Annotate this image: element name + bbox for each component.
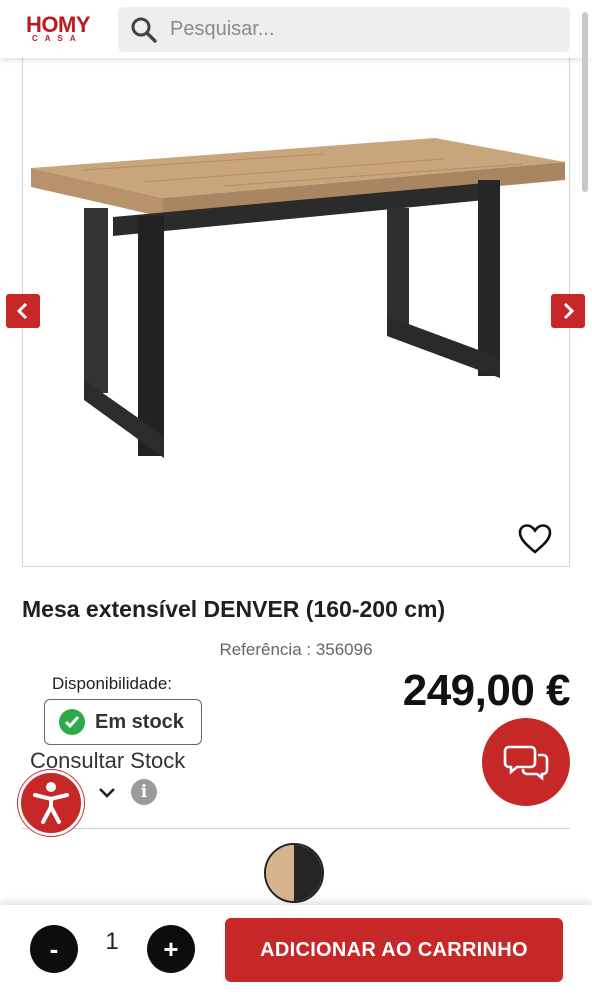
check-icon xyxy=(59,709,85,735)
swatch-black-half xyxy=(294,845,322,901)
stock-status-badge: Em stock xyxy=(44,699,202,745)
color-swatch-oak-black[interactable] xyxy=(264,843,324,903)
accessibility-icon xyxy=(33,782,69,824)
add-to-cart-bar: - 1 + ADICIONAR AO CARRINHO xyxy=(0,905,592,1000)
header: HOMY CASA xyxy=(0,0,592,58)
decrease-quantity-button[interactable]: - xyxy=(30,925,78,973)
accessibility-button[interactable] xyxy=(18,770,84,836)
chevron-down-icon[interactable] xyxy=(96,783,118,803)
quantity-value[interactable]: 1 xyxy=(88,928,136,956)
chat-icon xyxy=(503,745,549,781)
increase-quantity-button[interactable]: + xyxy=(147,925,195,973)
stock-status-text: Em stock xyxy=(95,710,184,733)
chevron-left-icon xyxy=(16,302,28,320)
product-image-gallery[interactable] xyxy=(22,58,570,567)
search-bar[interactable] xyxy=(118,7,570,52)
product-image xyxy=(31,138,565,458)
swatch-oak-half xyxy=(266,845,294,901)
product-title: Mesa extensível DENVER (160-200 cm) xyxy=(22,596,446,622)
product-price: 249,00 € xyxy=(402,666,571,715)
search-input[interactable] xyxy=(170,7,560,52)
homy-casa-logo[interactable]: HOMY CASA xyxy=(26,12,100,46)
product-reference: Referência : 356096 xyxy=(219,640,373,659)
logo-subtext: CASA xyxy=(32,34,83,43)
page-scrollbar[interactable] xyxy=(582,12,588,192)
heart-icon[interactable] xyxy=(518,523,552,555)
chat-button[interactable] xyxy=(482,718,570,806)
next-image-button[interactable] xyxy=(551,294,585,328)
previous-image-button[interactable] xyxy=(6,294,40,328)
chevron-right-icon xyxy=(563,302,575,320)
search-icon[interactable] xyxy=(130,16,158,44)
availability-label: Disponibilidade: xyxy=(52,674,173,693)
add-to-cart-button[interactable]: ADICIONAR AO CARRINHO xyxy=(225,918,563,982)
info-icon[interactable]: i xyxy=(131,779,157,805)
section-divider xyxy=(22,828,570,829)
